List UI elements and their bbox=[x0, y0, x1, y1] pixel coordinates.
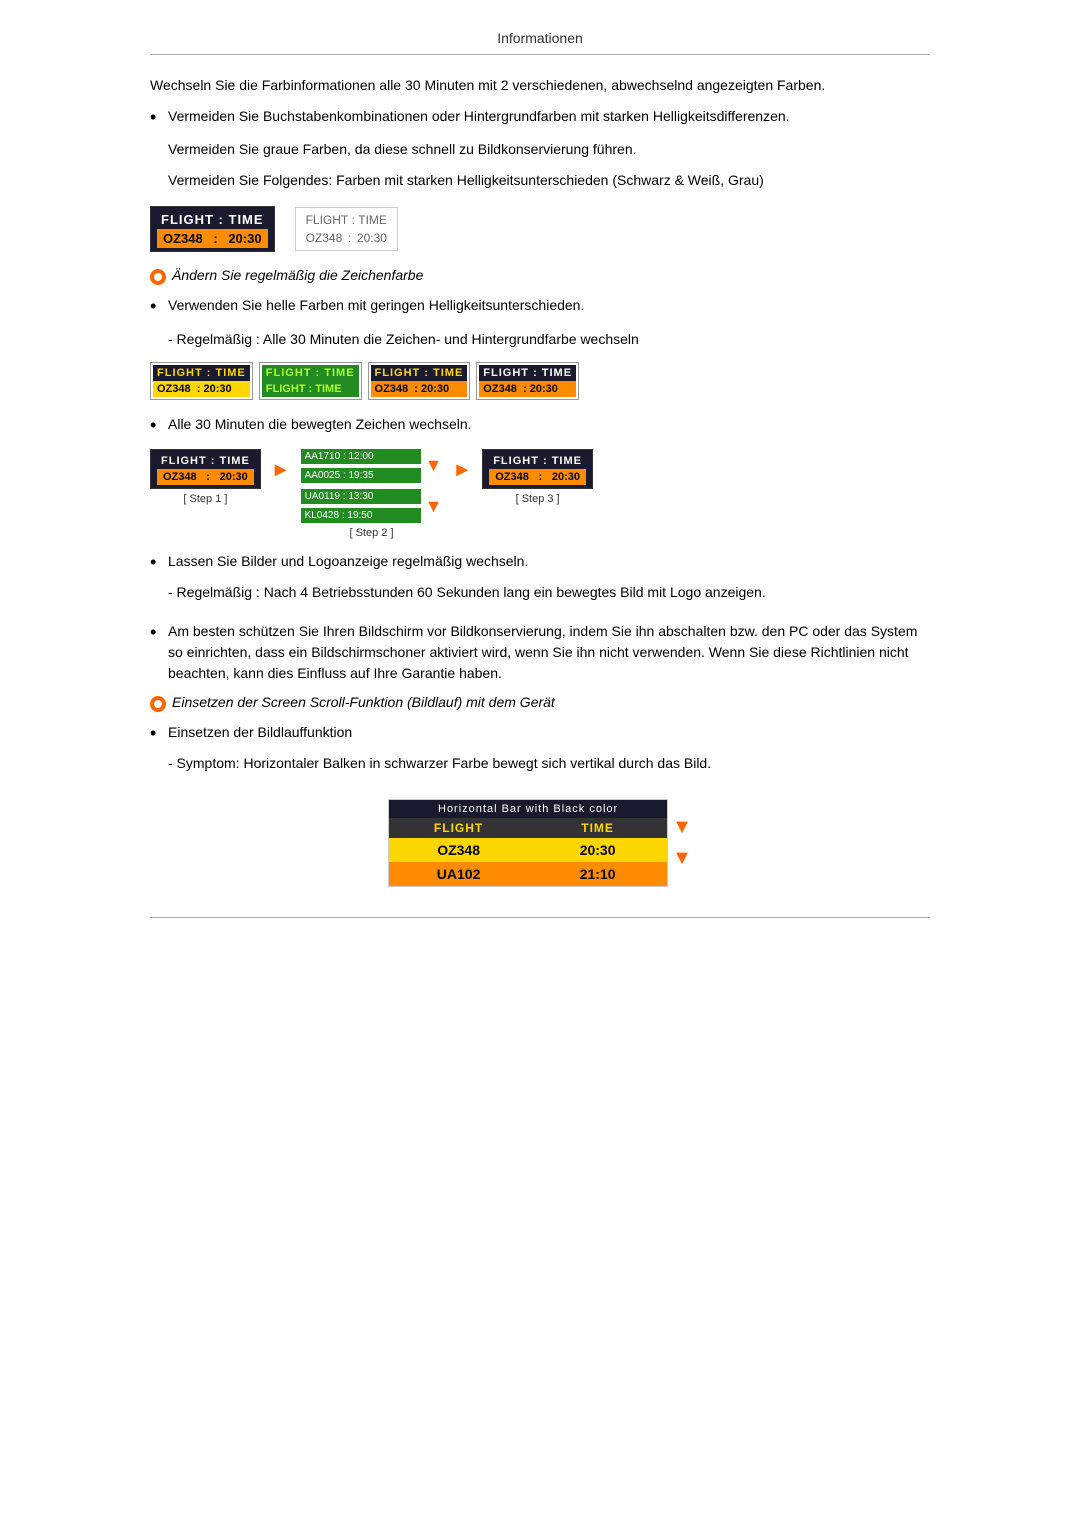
orange-circle-2 bbox=[150, 696, 166, 712]
dark-header-colon: : bbox=[214, 212, 229, 227]
scroll-demo-title: Horizontal Bar with Black color bbox=[389, 800, 667, 818]
light-data-colon: : bbox=[345, 231, 355, 245]
scroll-demo: Horizontal Bar with Black color FLIGHT T… bbox=[388, 799, 668, 887]
sub-text-1: Vermeiden Sie graue Farben, da diese sch… bbox=[168, 139, 930, 160]
v1-data: OZ348 : 20:30 bbox=[153, 381, 250, 397]
bullet-dot-6: • bbox=[150, 722, 168, 745]
steps-row: FLIGHT : TIME OZ348 : 20:30 [ Step 1 ] ► bbox=[150, 449, 930, 539]
scroll-row2-time: 21:10 bbox=[528, 862, 667, 886]
dark-data-flight: OZ348 bbox=[163, 231, 203, 246]
light-header-colon: : bbox=[348, 213, 358, 227]
arrow-2-right: ► bbox=[452, 449, 472, 482]
orange-heading-2: Einsetzen der Screen Scroll-Funktion (Bi… bbox=[150, 694, 930, 712]
light-box-data: OZ348 : 20:30 bbox=[302, 229, 391, 247]
step2-texts: AA1710 : 12:00 AA0025 : 19:35 UA0119 : 1… bbox=[301, 449, 421, 523]
step1-header: FLIGHT : TIME bbox=[157, 453, 254, 469]
variant-box-4: FLIGHT : TIME OZ348 : 20:30 bbox=[476, 362, 579, 400]
scroll-demo-wrapper: Horizontal Bar with Black color FLIGHT T… bbox=[388, 799, 692, 887]
dark-box-header: FLIGHT : TIME bbox=[157, 210, 268, 229]
scroll-demo-container: Horizontal Bar with Black color FLIGHT T… bbox=[150, 799, 930, 887]
orange-heading-text-1: Ändern Sie regelmäßig die Zeichenfarbe bbox=[172, 267, 423, 283]
scroll-data-row1: OZ348 20:30 bbox=[389, 838, 667, 862]
step3-data: OZ348 : 20:30 bbox=[489, 469, 586, 485]
dark-header-flight: FLIGHT bbox=[161, 212, 214, 227]
bullet-item-6: • Einsetzen der Bildlauffunktion - Sympt… bbox=[150, 722, 930, 784]
v2-header: FLIGHT : TIME bbox=[262, 365, 359, 381]
step2-row1: AA1710 : 12:00 bbox=[301, 449, 421, 464]
bullet-dot-4: • bbox=[150, 551, 168, 574]
light-data-time: 20:30 bbox=[357, 231, 387, 245]
step-1-box: FLIGHT : TIME OZ348 : 20:30 [ Step 1 ] bbox=[150, 449, 261, 505]
step-3-box: FLIGHT : TIME OZ348 : 20:30 [ Step 3 ] bbox=[482, 449, 593, 505]
bullet-text-2: Verwenden Sie helle Farben mit geringen … bbox=[168, 295, 930, 316]
sub-text-3: - Regelmäßig : Alle 30 Minuten die Zeich… bbox=[168, 329, 930, 350]
step3-header: FLIGHT : TIME bbox=[489, 453, 586, 469]
bullet-item-3: • Alle 30 Minuten die bewegten Zeichen w… bbox=[150, 414, 930, 437]
sub-text-2: Vermeiden Sie Folgendes: Farben mit star… bbox=[168, 170, 930, 191]
step1-flight-box: FLIGHT : TIME OZ348 : 20:30 bbox=[150, 449, 261, 489]
scroll-row1-flight: OZ348 bbox=[389, 838, 528, 862]
bullet-content-4: Lassen Sie Bilder und Logoanzeige regelm… bbox=[168, 551, 930, 611]
bullet-item-4: • Lassen Sie Bilder und Logoanzeige rege… bbox=[150, 551, 930, 611]
step3-flight-box: FLIGHT : TIME OZ348 : 20:30 bbox=[482, 449, 593, 489]
demo-boxes-row: FLIGHT : TIME OZ348 : 20:30 FLIGHT : TIM… bbox=[150, 206, 930, 252]
step1-data: OZ348 : 20:30 bbox=[157, 469, 254, 485]
bullet-item-2: • Verwenden Sie helle Farben mit geringe… bbox=[150, 295, 930, 318]
bullet-text-5: Am besten schützen Sie Ihren Bildschirm … bbox=[168, 621, 930, 684]
bullet-text-1: Vermeiden Sie Buchstabenkombinationen od… bbox=[168, 106, 930, 127]
step2-row3: UA0119 : 13:30 bbox=[301, 489, 421, 504]
scroll-header-flight: FLIGHT bbox=[389, 818, 528, 838]
page-container: Informationen Wechseln Sie die Farbinfor… bbox=[110, 0, 970, 956]
step-2-box: AA1710 : 12:00 AA0025 : 19:35 UA0119 : 1… bbox=[301, 449, 443, 539]
v3-header: FLIGHT : TIME bbox=[371, 365, 468, 381]
bullet-item-5: • Am besten schützen Sie Ihren Bildschir… bbox=[150, 621, 930, 684]
bullet-dot-1: • bbox=[150, 106, 168, 129]
scroll-row2-flight: UA102 bbox=[389, 862, 528, 886]
light-header-flight: FLIGHT bbox=[306, 213, 349, 227]
arrow-1-right: ► bbox=[271, 449, 291, 482]
scroll-arrows: ▼ ▼ bbox=[672, 816, 692, 870]
flight-box-light: FLIGHT : TIME OZ348 : 20:30 bbox=[295, 207, 398, 251]
bullet-content-6: Einsetzen der Bildlauffunktion - Symptom… bbox=[168, 722, 930, 784]
step2-row2: AA0025 : 19:35 bbox=[301, 468, 421, 483]
dark-data-time: 20:30 bbox=[228, 231, 261, 246]
dark-data-colon: : bbox=[210, 231, 222, 246]
step2-arrows: ▼ ▼ bbox=[425, 455, 443, 517]
page-title: Informationen bbox=[150, 30, 930, 55]
variant-box-3: FLIGHT : TIME OZ348 : 20:30 bbox=[368, 362, 471, 400]
orange-circle-1 bbox=[150, 269, 166, 285]
scroll-data-row2: UA102 21:10 bbox=[389, 862, 667, 886]
bullet-dot-5: • bbox=[150, 621, 168, 644]
page-footer bbox=[150, 917, 930, 926]
dark-box-data: OZ348 : 20:30 bbox=[157, 229, 268, 248]
flight-box-dark: FLIGHT : TIME OZ348 : 20:30 bbox=[150, 206, 275, 252]
orange-heading-1: Ändern Sie regelmäßig die Zeichenfarbe bbox=[150, 267, 930, 285]
v1-header: FLIGHT : TIME bbox=[153, 365, 250, 381]
dark-header-time: TIME bbox=[229, 212, 264, 227]
step2-row4: KL0428 : 19:50 bbox=[301, 508, 421, 523]
light-box-header: FLIGHT : TIME bbox=[302, 211, 391, 229]
light-data-flight: OZ348 bbox=[306, 231, 343, 245]
bullet-dot-3: • bbox=[150, 414, 168, 437]
step2-label: [ Step 2 ] bbox=[349, 527, 393, 539]
color-variants-row: FLIGHT : TIME OZ348 : 20:30 FLIGHT : TIM… bbox=[150, 362, 930, 400]
scroll-header-time: TIME bbox=[528, 818, 667, 838]
bullet-dot-2: • bbox=[150, 295, 168, 318]
step2-content: AA1710 : 12:00 AA0025 : 19:35 UA0119 : 1… bbox=[301, 449, 443, 523]
v4-header: FLIGHT : TIME bbox=[479, 365, 576, 381]
variant-box-2: FLIGHT : TIME FLIGHT : TIME bbox=[259, 362, 362, 400]
bullet-text-3: Alle 30 Minuten die bewegten Zeichen wec… bbox=[168, 414, 930, 435]
v4-data: OZ348 : 20:30 bbox=[479, 381, 576, 397]
scroll-demo-header: FLIGHT TIME bbox=[389, 818, 667, 838]
step3-label: [ Step 3 ] bbox=[516, 493, 560, 505]
para1: Wechseln Sie die Farbinformationen alle … bbox=[150, 75, 930, 96]
orange-heading-text-2: Einsetzen der Screen Scroll-Funktion (Bi… bbox=[172, 694, 555, 710]
v3-data: OZ348 : 20:30 bbox=[371, 381, 468, 397]
bullet-item-1: • Vermeiden Sie Buchstabenkombinationen … bbox=[150, 106, 930, 129]
light-header-time: TIME bbox=[358, 213, 387, 227]
v2-data: FLIGHT : TIME bbox=[262, 381, 359, 397]
scroll-row1-time: 20:30 bbox=[528, 838, 667, 862]
variant-box-1: FLIGHT : TIME OZ348 : 20:30 bbox=[150, 362, 253, 400]
step1-label: [ Step 1 ] bbox=[183, 493, 227, 505]
